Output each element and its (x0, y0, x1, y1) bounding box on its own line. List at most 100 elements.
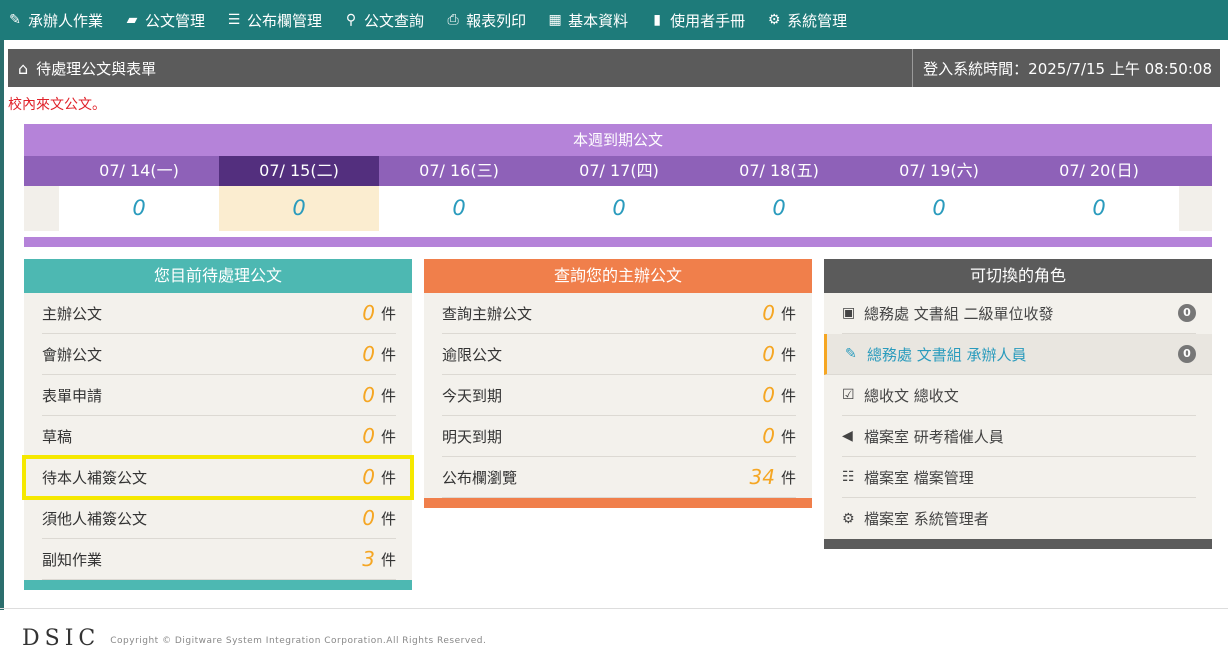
list-item-main-docs[interactable]: 主辦公文 0 件 (42, 293, 396, 334)
nav-item-bulletin[interactable]: ☰ 公布欄管理 (225, 10, 322, 31)
nav-label: 使用者手冊 (670, 11, 746, 30)
footer: DSIC Copyright © Digitware System Integr… (22, 626, 486, 651)
weekly-day-headers: 07/ 14(一) 07/ 15(二) 07/ 16(三) 07/ 17(四) … (24, 156, 1212, 186)
footer-brand: DSIC (22, 626, 101, 651)
switchable-roles-panel: 可切換的角色 ▣ 總務處 文書組 二級單位收發 0 ✎ 總務處 文書組 承辦人員… (824, 259, 1212, 549)
login-time: 登入系統時間：2025/7/15 上午 08:50:08 (912, 49, 1220, 87)
role-item[interactable]: ☷ 檔案室 檔案管理 (842, 457, 1196, 498)
list-item-bulletin-browse[interactable]: 公布欄瀏覽 34 件 (442, 457, 796, 498)
nav-item-document-management[interactable]: ▰ 公文管理 (123, 10, 205, 31)
nav-item-search[interactable]: ⚲ 公文查詢 (342, 10, 424, 31)
day-count-link-today[interactable]: 0 (219, 186, 379, 231)
nav-item-basic-data[interactable]: ▦ 基本資料 (546, 10, 628, 31)
role-label: 檔案室 系統管理者 (864, 510, 989, 528)
row-count: 0 (362, 383, 375, 407)
row-count: 0 (762, 424, 775, 448)
row-unit: 件 (380, 468, 396, 487)
row-label: 今天到期 (442, 386, 503, 405)
row-unit: 件 (780, 345, 796, 364)
nav-label: 公文管理 (145, 11, 206, 30)
list-item-others-countersign[interactable]: 須他人補簽公文 0 件 (42, 498, 396, 539)
role-item[interactable]: ☑ 總收文 總收文 (842, 375, 1196, 416)
list-item-form-requests[interactable]: 表單申請 0 件 (42, 375, 396, 416)
nav-item-system-management[interactable]: ⚙ 系統管理 (765, 10, 847, 31)
day-count-link[interactable]: 0 (1019, 186, 1179, 231)
pencil-icon: ✎ (845, 346, 857, 362)
nav-label: 公文查詢 (364, 11, 425, 30)
folder-icon: ▰ (126, 12, 138, 28)
query-documents-panel: 查詢您的主辦公文 查詢主辦公文 0 件 逾限公文 0 件 今天到期 0 件 明天… (424, 259, 812, 508)
row-label: 副知作業 (42, 550, 103, 569)
nav-label: 承辦人作業 (28, 11, 104, 30)
row-label: 查詢主辦公文 (442, 304, 533, 323)
role-item-active[interactable]: ✎ 總務處 文書組 承辦人員 0 (824, 334, 1212, 375)
list-item-due-tomorrow[interactable]: 明天到期 0 件 (442, 416, 796, 457)
weekly-day-counts: 0 0 0 0 0 0 0 (24, 186, 1212, 231)
day-count-link[interactable]: 0 (59, 186, 219, 231)
day-count-link[interactable]: 0 (539, 186, 699, 231)
list-item-co-docs[interactable]: 會辦公文 0 件 (42, 334, 396, 375)
row-unit: 件 (380, 427, 396, 446)
role-item[interactable]: ◀ 檔案室 研考稽催人員 (842, 416, 1196, 457)
nav-label: 公布欄管理 (247, 11, 323, 30)
list-item-my-countersign[interactable]: 待本人補簽公文 0 件 (22, 455, 414, 500)
gear-icon: ⚙ (767, 12, 781, 28)
book-icon: ▮ (653, 12, 661, 28)
row-count: 0 (762, 342, 775, 366)
day-count-link[interactable]: 0 (859, 186, 1019, 231)
weekly-panel-footer (24, 237, 1212, 247)
day-header-today: 07/ 15(二) (219, 156, 379, 186)
day-count-link[interactable]: 0 (379, 186, 539, 231)
nav-item-handler[interactable]: ✎ 承辦人作業 (6, 10, 103, 31)
nav-item-user-manual[interactable]: ▮ 使用者手冊 (648, 10, 745, 31)
role-label: 總收文 總收文 (864, 386, 959, 405)
row-unit: 件 (380, 386, 396, 405)
row-label: 逾限公文 (442, 345, 503, 364)
row-unit: 件 (780, 304, 796, 323)
nav-item-reports[interactable]: ⎙ 報表列印 (444, 10, 526, 31)
row-label: 草稿 (42, 427, 73, 446)
weekly-due-title: 本週到期公文 (24, 124, 1212, 156)
row-label: 明天到期 (442, 427, 503, 446)
left-strip (0, 40, 4, 610)
pending-panel-footer (24, 580, 412, 590)
row-unit: 件 (380, 304, 396, 323)
role-label: 檔案室 研考稽催人員 (864, 427, 1004, 446)
role-badge: 0 (1178, 345, 1196, 363)
role-label: 檔案室 檔案管理 (864, 468, 974, 487)
page-title: 待處理公文與表單 (36, 59, 157, 78)
row-label: 公布欄瀏覽 (442, 468, 518, 487)
list-item-overdue[interactable]: 逾限公文 0 件 (442, 334, 796, 375)
role-label: 總務處 文書組 二級單位收發 (864, 304, 1054, 323)
role-label: 總務處 文書組 承辦人員 (867, 345, 1027, 364)
row-unit: 件 (780, 427, 796, 446)
day-header: 07/ 16(三) (419, 161, 499, 180)
list-item-cc-jobs[interactable]: 副知作業 3 件 (42, 539, 396, 580)
row-count: 0 (762, 301, 775, 325)
nav-label: 系統管理 (787, 11, 848, 30)
checkbox-icon: ☑ (842, 387, 855, 403)
row-count: 0 (362, 342, 375, 366)
roles-panel-title: 可切換的角色 (824, 259, 1212, 293)
printer-icon: ⎙ (447, 12, 459, 28)
day-header: 07/ 14(一) (99, 161, 179, 180)
day-count-link[interactable]: 0 (699, 186, 859, 231)
row-label: 須他人補簽公文 (42, 509, 148, 528)
home-link[interactable]: ⌂ 待處理公文與表單 (8, 58, 156, 79)
row-unit: 件 (780, 468, 796, 487)
role-item[interactable]: ▣ 總務處 文書組 二級單位收發 0 (842, 293, 1196, 334)
weekly-due-panel: 本週到期公文 07/ 14(一) 07/ 15(二) 07/ 16(三) 07/… (24, 124, 1212, 247)
row-label: 待本人補簽公文 (42, 468, 148, 487)
calendar-icon: ▦ (548, 12, 562, 28)
role-item[interactable]: ⚙ 檔案室 系統管理者 (842, 498, 1196, 539)
day-header: 07/ 20(日) (1059, 161, 1139, 180)
list-item-query-main[interactable]: 查詢主辦公文 0 件 (442, 293, 796, 334)
list-item-due-today[interactable]: 今天到期 0 件 (442, 375, 796, 416)
gear-icon: ⚙ (842, 510, 855, 527)
row-count: 3 (362, 547, 375, 571)
row-label: 會辦公文 (42, 345, 103, 364)
pending-documents-panel: 您目前待處理公文 主辦公文 0 件 會辦公文 0 件 表單申請 0 件 草稿 0… (22, 259, 414, 590)
list-item-drafts[interactable]: 草稿 0 件 (42, 416, 396, 457)
query-panel-footer (424, 498, 812, 508)
list-icon: ☰ (227, 12, 241, 28)
